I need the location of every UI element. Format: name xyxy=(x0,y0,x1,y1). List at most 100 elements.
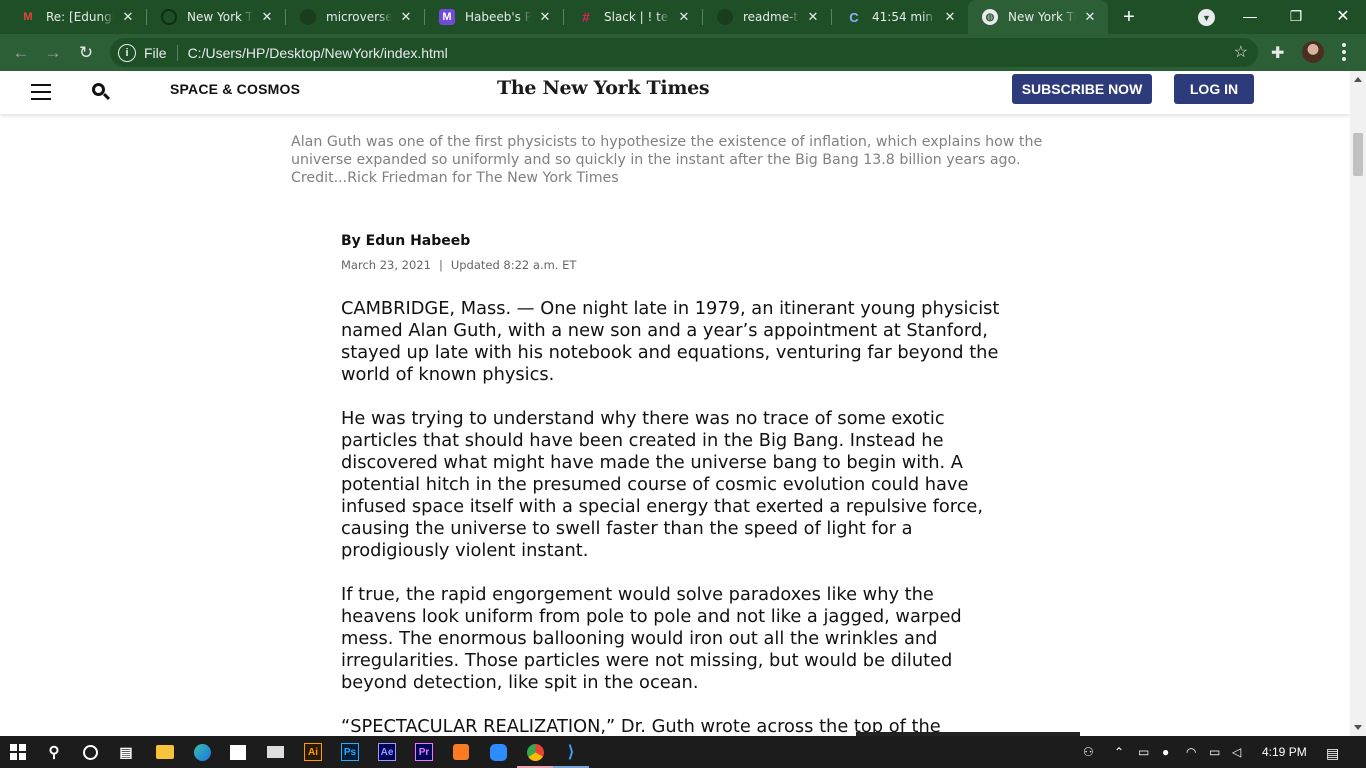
close-icon[interactable]: ✕ xyxy=(676,9,692,25)
slack-icon: # xyxy=(582,9,590,25)
close-icon[interactable]: ✕ xyxy=(942,9,958,25)
tab-title: microverseinc xyxy=(326,10,392,24)
browser-toolbar: ← → ↻ i File C:/Users/HP/Desktop/NewYork… xyxy=(0,34,1366,71)
illustrator-icon[interactable]: Ai xyxy=(304,743,322,761)
close-icon[interactable]: ✕ xyxy=(1082,9,1098,25)
windows-taskbar: ⚲ ▤ Ai Ps Ae Pr ⟩ ⚇ ⌃ ▭ ● ◠ ▭ ◁ 4:19 PM … xyxy=(0,736,1366,768)
caption-text: Alan Guth was one of the first physicist… xyxy=(291,134,1043,168)
byline: By Edun Habeeb xyxy=(341,233,471,249)
tab-title: Habeeb's Proj xyxy=(465,10,531,24)
close-icon[interactable]: ✕ xyxy=(259,9,275,25)
url-text[interactable]: C:/Users/HP/Desktop/NewYork/index.html xyxy=(188,45,448,61)
store-icon[interactable] xyxy=(229,743,247,761)
vertical-scrollbar[interactable] xyxy=(1350,71,1366,736)
login-button[interactable]: LOG IN xyxy=(1174,74,1254,104)
microphone-icon[interactable]: ● xyxy=(1162,745,1169,759)
tab-microverseinc[interactable]: microverseinc ✕ xyxy=(286,0,424,34)
loading-icon: C xyxy=(849,9,859,25)
search-icon[interactable] xyxy=(92,83,111,101)
dateline: March 23, 2021 | Updated 8:22 a.m. ET xyxy=(341,258,576,272)
notifications-icon[interactable]: ▤ xyxy=(1326,745,1339,762)
after-effects-icon[interactable]: Ae xyxy=(378,743,396,761)
windows-start-icon[interactable] xyxy=(9,743,27,761)
nyt-logo[interactable]: The New York Times xyxy=(497,77,710,99)
minimize-button[interactable]: — xyxy=(1227,0,1273,32)
tab-title: 41:54 min • C xyxy=(872,10,936,24)
info-icon[interactable]: i xyxy=(118,43,136,62)
vscode-icon[interactable]: ⟩ xyxy=(562,743,580,761)
scroll-thumb[interactable] xyxy=(1353,133,1363,176)
gmail-icon: M xyxy=(23,11,33,23)
tab-title: New York Times xyxy=(187,10,253,24)
back-button[interactable]: ← xyxy=(8,40,34,66)
taskbar-clock[interactable]: 4:19 PM xyxy=(1262,745,1307,759)
updated-time: Updated 8:22 a.m. ET xyxy=(450,258,577,272)
task-view-icon[interactable]: ▤ xyxy=(117,743,135,761)
close-window-button[interactable]: ✕ xyxy=(1320,0,1366,32)
close-icon[interactable]: ✕ xyxy=(398,9,414,25)
tab-video-timer[interactable]: C 41:54 min • C ✕ xyxy=(832,0,968,34)
article-paragraph: If true, the rapid engorgement would sol… xyxy=(341,584,962,693)
cortana-icon[interactable] xyxy=(81,743,99,761)
url-scheme: File xyxy=(144,44,178,61)
show-hidden-icons-icon[interactable]: ⌃ xyxy=(1114,745,1124,759)
premiere-icon[interactable]: Pr xyxy=(415,743,433,761)
tab-new-york-times-active[interactable]: ◍ New York Tim ✕ xyxy=(968,0,1108,34)
forward-button[interactable]: → xyxy=(40,40,66,66)
people-icon[interactable]: ⚇ xyxy=(1083,745,1094,759)
tab-search-icon[interactable]: ▼ xyxy=(1198,9,1215,26)
chrome-icon[interactable] xyxy=(526,743,544,761)
xampp-icon[interactable] xyxy=(452,743,470,761)
tab-slack[interactable]: # Slack | ! team ✕ xyxy=(564,0,702,34)
tab-new-york-times-1[interactable]: New York Times ✕ xyxy=(147,0,285,34)
tab-readme-template[interactable]: readme-templ ✕ xyxy=(703,0,831,34)
check-icon xyxy=(161,9,177,25)
photoshop-icon[interactable]: Ps xyxy=(341,743,359,761)
scroll-up-icon[interactable] xyxy=(1354,77,1362,82)
tab-title: Re: [Edungit/ne xyxy=(46,10,114,24)
profile-avatar[interactable] xyxy=(1302,41,1324,63)
hamburger-menu-icon[interactable] xyxy=(31,84,51,100)
browser-menu-icon[interactable] xyxy=(1342,43,1346,61)
scroll-down-icon[interactable] xyxy=(1354,725,1362,730)
tab-habeebs-project[interactable]: M Habeeb's Proj ✕ xyxy=(425,0,563,34)
meet-now-icon[interactable]: ▭ xyxy=(1138,745,1149,759)
article-body: CAMBRIDGE, Mass. — One night late in 197… xyxy=(341,298,1003,736)
photo-caption: Alan Guth was one of the first physicist… xyxy=(291,133,1101,187)
microverse-icon: M xyxy=(439,9,455,25)
page-viewport: Alan Guth was one of the first physicist… xyxy=(0,71,1350,736)
tab-title: Slack | ! team xyxy=(604,10,670,24)
close-icon[interactable]: ✕ xyxy=(537,9,553,25)
battery-icon[interactable]: ▭ xyxy=(1209,745,1220,759)
tab-title: New York Tim xyxy=(1008,10,1076,24)
edge-icon[interactable] xyxy=(193,743,211,761)
article-paragraph: He was trying to understand why there wa… xyxy=(341,408,984,561)
globe-icon: ◍ xyxy=(982,9,998,25)
close-icon[interactable]: ✕ xyxy=(120,9,136,25)
site-header: SPACE & COSMOS The New York Times SUBSCR… xyxy=(0,71,1350,114)
subscribe-button[interactable]: SUBSCRIBE NOW xyxy=(1012,74,1152,104)
mail-icon[interactable] xyxy=(266,743,284,761)
section-name[interactable]: SPACE & COSMOS xyxy=(170,81,300,97)
address-bar[interactable]: i File C:/Users/HP/Desktop/NewYork/index… xyxy=(110,38,1258,67)
date-separator: | xyxy=(438,258,443,272)
caption-credit: Credit...Rick Friedman for The New York … xyxy=(291,170,619,186)
wifi-icon[interactable]: ◠ xyxy=(1186,745,1196,759)
tab-gmail[interactable]: M Re: [Edungit/ne ✕ xyxy=(6,0,146,34)
extensions-icon[interactable]: ✚ xyxy=(1271,43,1284,63)
article-paragraph: CAMBRIDGE, Mass. — One night late in 197… xyxy=(341,298,1000,385)
restore-button[interactable]: ❐ xyxy=(1273,0,1319,32)
search-icon[interactable]: ⚲ xyxy=(45,743,63,761)
github-icon xyxy=(717,9,733,25)
close-icon[interactable]: ✕ xyxy=(805,9,821,25)
new-tab-button[interactable]: + xyxy=(1117,5,1141,29)
volume-icon[interactable]: ◁ xyxy=(1232,745,1241,759)
tab-strip: M Re: [Edungit/ne ✕ New York Times ✕ mic… xyxy=(0,0,1366,34)
github-icon xyxy=(300,9,316,25)
file-explorer-icon[interactable] xyxy=(156,743,174,761)
reload-button[interactable]: ↻ xyxy=(73,40,99,66)
publish-date: March 23, 2021 xyxy=(341,258,431,272)
bookmark-star-icon[interactable]: ☆ xyxy=(1234,42,1248,62)
tab-title: readme-templ xyxy=(743,10,799,24)
zoom-icon[interactable] xyxy=(489,743,507,761)
